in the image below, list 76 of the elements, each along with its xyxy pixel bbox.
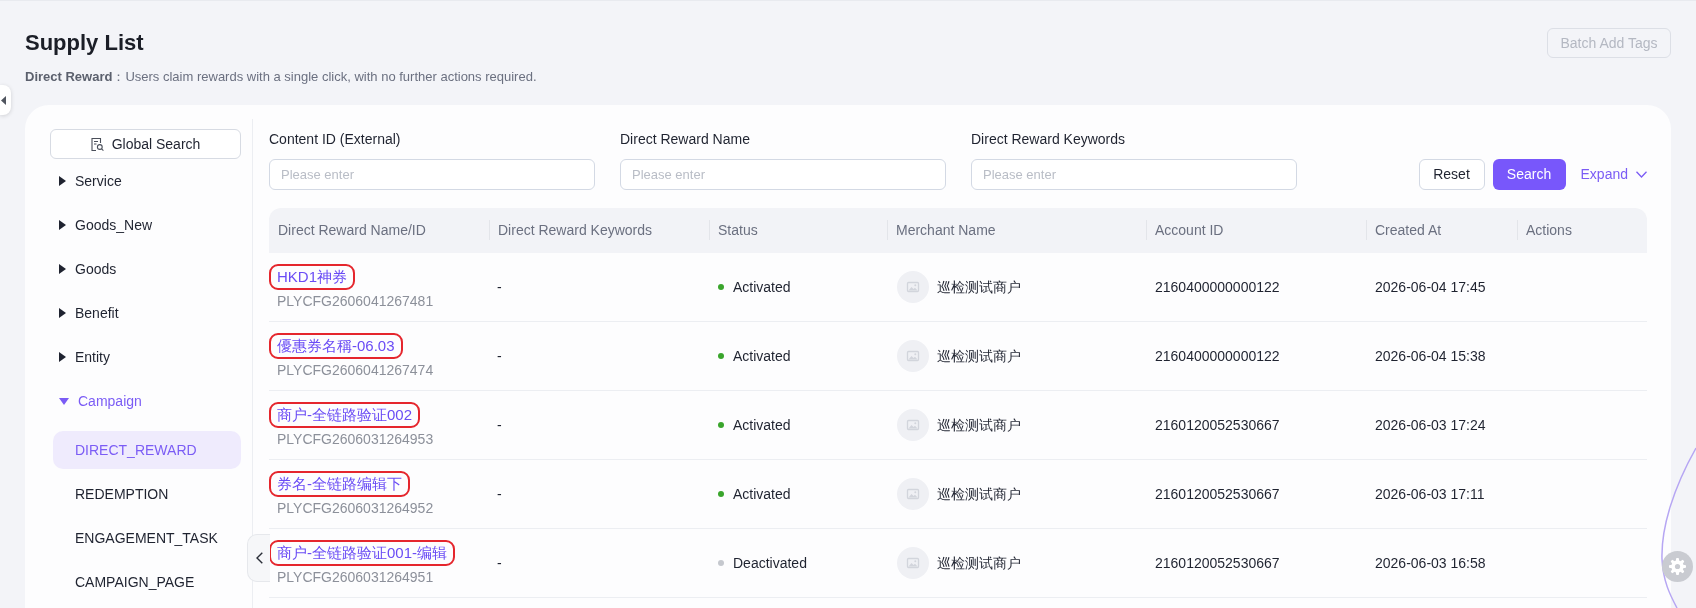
image-icon bbox=[897, 271, 929, 303]
sidebar-subitem[interactable]: REDEMPTION bbox=[53, 475, 241, 513]
settings-icon[interactable] bbox=[1662, 551, 1693, 582]
created-at: 2026-06-04 17:45 bbox=[1375, 277, 1486, 297]
image-icon bbox=[897, 547, 929, 579]
global-search-button[interactable]: Global Search bbox=[50, 129, 241, 159]
sidebar-item[interactable]: Benefit bbox=[50, 291, 241, 335]
chevron-down-icon bbox=[1636, 171, 1647, 178]
chevron-left-icon bbox=[255, 552, 263, 564]
column-header: Account ID bbox=[1146, 208, 1366, 253]
sidebar-subitem[interactable]: ENGAGEMENT_TASK bbox=[53, 519, 241, 557]
status-text: Activated bbox=[733, 415, 791, 435]
sidebar-item[interactable]: Service bbox=[50, 159, 241, 203]
input-field[interactable]: Please enter bbox=[971, 159, 1297, 190]
column-header: Status bbox=[709, 208, 887, 253]
image-icon bbox=[897, 409, 929, 441]
merchant-name: 巡检测试商户 bbox=[937, 277, 1021, 297]
reward-id: PLYCFG2606031264951 bbox=[276, 567, 434, 587]
reward-name-link[interactable]: 優惠券名稱-06.03 bbox=[277, 334, 395, 357]
merchant-name: 巡检测试商户 bbox=[937, 415, 1021, 435]
sidebar-item[interactable]: Goods bbox=[50, 247, 241, 291]
status-text: Activated bbox=[733, 346, 791, 366]
account-id: 2160120052530667 bbox=[1155, 484, 1280, 504]
reward-id: PLYCFG2606031264952 bbox=[276, 498, 434, 518]
collapse-tab[interactable] bbox=[0, 85, 11, 115]
column-header: Actions bbox=[1517, 208, 1647, 253]
keywords-text: - bbox=[497, 277, 502, 297]
column-header: Direct Reward Keywords bbox=[489, 208, 709, 253]
keywords-text: - bbox=[497, 484, 502, 504]
reset-button[interactable]: Reset bbox=[1418, 159, 1485, 190]
document-search-icon bbox=[90, 136, 104, 152]
account-id: 2160400000000122 bbox=[1155, 346, 1280, 366]
caret-left-icon bbox=[1, 95, 6, 105]
keywords-text: - bbox=[497, 346, 502, 366]
reward-name-link[interactable]: 券名-全链路编辑下 bbox=[277, 472, 402, 495]
sidebar-item[interactable]: Campaign bbox=[50, 379, 241, 423]
account-id: 2160120052530667 bbox=[1155, 553, 1280, 573]
merchant-name: 巡检测试商户 bbox=[937, 346, 1021, 366]
created-at: 2026-06-03 17:24 bbox=[1375, 415, 1486, 435]
status-text: Activated bbox=[733, 484, 791, 504]
image-icon bbox=[897, 478, 929, 510]
reward-name-link[interactable]: 商户-全链路验证001-编辑 bbox=[277, 541, 448, 564]
created-at: 2026-06-03 16:58 bbox=[1375, 553, 1486, 573]
sidebar-item[interactable]: Entity bbox=[50, 335, 241, 379]
keywords-text: - bbox=[497, 553, 502, 573]
keywords-text: - bbox=[497, 415, 502, 435]
sidebar-subitem[interactable]: DIRECT_REWARD bbox=[53, 431, 241, 469]
merchant-name: 巡检测试商户 bbox=[937, 553, 1021, 573]
field-label: Content ID (External) bbox=[269, 130, 401, 149]
search-button[interactable]: Search bbox=[1492, 159, 1566, 190]
reward-id: PLYCFG2606041267474 bbox=[276, 360, 434, 380]
reward-name-link[interactable]: 商户-全链路验证002 bbox=[277, 403, 413, 426]
expand-button[interactable]: Expand bbox=[1580, 159, 1647, 190]
field-label: Direct Reward Keywords bbox=[971, 130, 1126, 149]
field-label: Direct Reward Name bbox=[620, 130, 750, 149]
sidebar-subitem[interactable]: CAMPAIGN_PAGE bbox=[53, 563, 241, 601]
input-field[interactable]: Please enter bbox=[620, 159, 946, 190]
reward-id: PLYCFG2606031264953 bbox=[276, 429, 434, 449]
page-description: Direct Reward：Users claim rewards with a single click, with no further actions required. bbox=[25, 68, 537, 86]
column-header: Created At bbox=[1366, 208, 1517, 253]
status-text: Activated bbox=[733, 277, 791, 297]
column-header: Direct Reward Name/ID bbox=[269, 208, 489, 253]
created-at: 2026-06-03 17:11 bbox=[1375, 484, 1485, 504]
image-icon bbox=[897, 340, 929, 372]
created-at: 2026-06-04 15:38 bbox=[1375, 346, 1486, 366]
collapse-sidebar-button[interactable] bbox=[247, 534, 270, 582]
reward-id: PLYCFG2606041267481 bbox=[276, 291, 434, 311]
column-header: Merchant Name bbox=[887, 208, 1146, 253]
sidebar-item[interactable]: Goods_New bbox=[50, 203, 241, 247]
page-title: Supply List bbox=[25, 29, 144, 57]
account-id: 2160400000000122 bbox=[1155, 277, 1280, 297]
merchant-name: 巡检测试商户 bbox=[937, 484, 1021, 504]
status-text: Deactivated bbox=[733, 553, 807, 573]
account-id: 2160120052530667 bbox=[1155, 415, 1280, 435]
input-field[interactable]: Please enter bbox=[269, 159, 595, 190]
reward-name-link[interactable]: HKD1神券 bbox=[277, 265, 347, 288]
